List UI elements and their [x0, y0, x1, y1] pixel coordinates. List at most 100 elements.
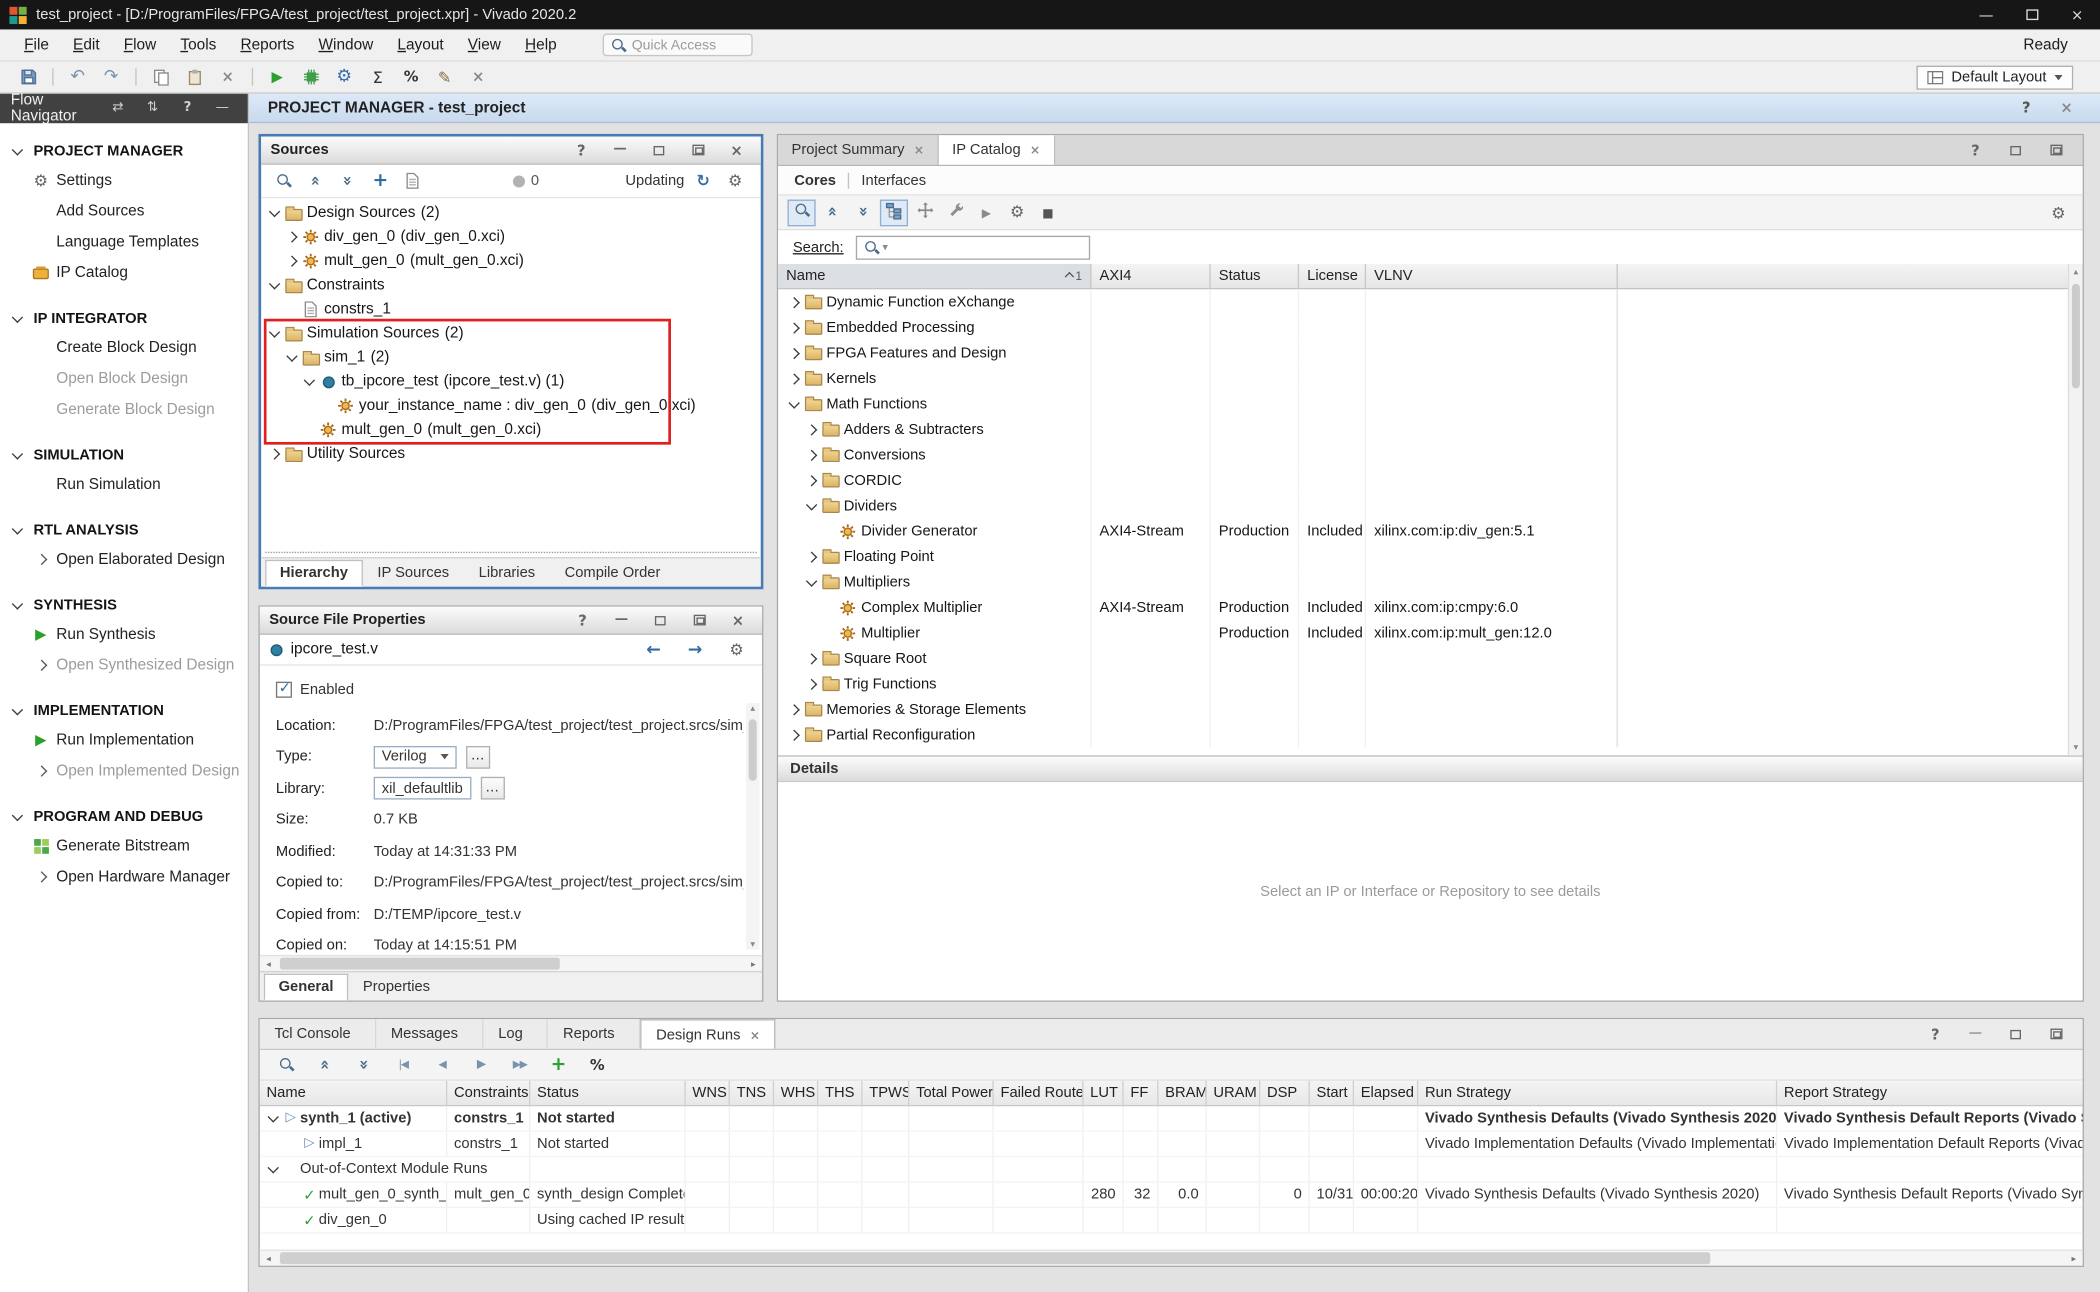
design-run-row[interactable]: ✓ div_gen_0 Using cached IP results — [260, 1208, 2083, 1233]
tree-chevron[interactable] — [786, 294, 802, 310]
design-run-row[interactable]: ▷ synth_1 (active) constrs_1 Not started… — [260, 1106, 2083, 1131]
results-tab[interactable]: Tcl Console — [260, 1019, 376, 1048]
editor-tab[interactable]: Project Summary × — [778, 135, 939, 164]
help-button[interactable]: ? — [567, 137, 596, 164]
source-tree-row[interactable]: mult_gen_0 (mult_gen_0.xci) — [261, 418, 761, 442]
flow-navigator-section-header[interactable]: SYNTHESIS — [0, 591, 248, 619]
toolbar-button[interactable]: » — [849, 199, 877, 226]
results-tab[interactable]: Messages — [376, 1019, 483, 1048]
gear-button[interactable]: ⚙ — [722, 636, 751, 663]
back-button[interactable]: ◀ — [427, 1051, 456, 1078]
minimize-button[interactable]: — — [605, 137, 634, 164]
column-header[interactable]: Elapsed — [1354, 1081, 1418, 1105]
window-close-button[interactable]: × — [2054, 0, 2100, 29]
flow-navigator-item[interactable]: ⚙ Settings — [0, 165, 248, 196]
ip-catalog-row[interactable]: Adders & Subtracters — [778, 417, 2082, 442]
column-header[interactable]: Run Strategy — [1418, 1081, 1777, 1105]
help-button[interactable]: ? — [1921, 1021, 1950, 1048]
menu-item[interactable]: Flow — [113, 33, 167, 57]
close-button[interactable]: × — [463, 64, 492, 91]
delete-button[interactable]: × — [213, 64, 242, 91]
maximize-button[interactable] — [2041, 1021, 2070, 1048]
run-button[interactable]: ▶ — [263, 64, 292, 91]
panel-tab[interactable]: Compile Order — [550, 560, 675, 587]
updown-button[interactable]: ⇅ — [138, 95, 167, 122]
view-tab[interactable]: Cores — [794, 172, 848, 188]
window-maximize-button[interactable] — [2009, 0, 2055, 29]
property-value[interactable]: Verilog — [374, 746, 457, 769]
step-back-button[interactable]: |◀ — [388, 1051, 417, 1078]
nav-fwd-button[interactable]: → — [680, 636, 709, 663]
tree-chevron[interactable] — [804, 650, 820, 666]
play-gray-button[interactable]: ▶ — [466, 1051, 495, 1078]
column-header[interactable]: BRAM — [1158, 1081, 1206, 1105]
tree-chevron[interactable] — [284, 350, 300, 366]
float-button[interactable] — [2001, 1021, 2030, 1048]
collapse-button[interactable]: « — [311, 1051, 340, 1078]
source-tree-row[interactable]: constrs_1 — [261, 297, 761, 321]
flow-navigator-item[interactable]: Create Block Design — [0, 332, 248, 363]
column-header-axi4[interactable]: AXI4 — [1092, 264, 1211, 288]
column-header[interactable]: Name — [260, 1081, 448, 1105]
scrollbar-thumb[interactable] — [280, 1252, 1710, 1264]
view-tab[interactable]: Interfaces — [848, 172, 938, 188]
column-header[interactable]: Report Strategy — [1777, 1081, 2082, 1105]
toolbar-button[interactable] — [880, 199, 908, 226]
tree-chevron[interactable] — [786, 345, 802, 361]
source-tree-row[interactable]: tb_ipcore_test (ipcore_test.v) (1) — [261, 370, 761, 394]
close-tab-button[interactable]: × — [914, 142, 924, 158]
ip-catalog-row[interactable]: CORDIC — [778, 467, 2082, 492]
column-header[interactable]: DSP — [1260, 1081, 1310, 1105]
close-tab-button[interactable]: × — [1030, 142, 1040, 158]
ip-catalog-row[interactable]: Dividers — [778, 493, 2082, 518]
close-button[interactable]: × — [722, 137, 751, 164]
spinner-button[interactable]: ↻ — [688, 167, 717, 194]
column-header[interactable]: Failed Routes — [994, 1081, 1084, 1105]
scroll-up-icon[interactable]: ▴ — [2074, 267, 2079, 278]
column-header[interactable]: TNS — [730, 1081, 774, 1105]
search-button[interactable] — [272, 1051, 301, 1078]
tree-chevron[interactable] — [284, 253, 300, 269]
menu-item[interactable]: View — [457, 33, 512, 57]
ip-catalog-row[interactable]: Dynamic Function eXchange — [778, 289, 2082, 314]
panel-tab[interactable]: IP Sources — [363, 560, 464, 587]
sigma-button[interactable]: Σ — [363, 64, 392, 91]
scroll-right-icon[interactable]: ▸ — [745, 956, 762, 972]
toolbar-button[interactable] — [788, 199, 816, 226]
source-tree-row[interactable]: div_gen_0 (div_gen_0.xci) — [261, 225, 761, 249]
ip-catalog-row[interactable]: Memories & Storage Elements — [778, 696, 2082, 721]
menu-item[interactable]: Layout — [387, 33, 455, 57]
tree-chevron[interactable] — [804, 548, 820, 564]
menu-item[interactable]: Help — [514, 33, 567, 57]
ip-catalog-row[interactable]: Divider Generator AXI4-Stream Production… — [778, 518, 2082, 543]
flow-navigator-item[interactable]: Generate Block Design — [0, 394, 248, 425]
tree-chevron[interactable] — [821, 523, 837, 539]
horizontal-scrollbar[interactable]: ◂ ▸ — [260, 955, 762, 971]
results-tab[interactable]: Design Runs × — [640, 1019, 776, 1048]
property-value[interactable]: D:/ProgramFiles/FPGA/test_project/test_p… — [374, 714, 744, 737]
tree-chevron[interactable] — [804, 421, 820, 437]
sfp-panel-header[interactable]: Source File Properties ? — × — [260, 607, 762, 635]
flow-navigator-section-header[interactable]: RTL ANALYSIS — [0, 516, 248, 544]
browse-button[interactable]: … — [456, 746, 489, 769]
tree-chevron[interactable] — [786, 319, 802, 335]
plus-green-button[interactable]: + — [544, 1051, 573, 1078]
property-value[interactable]: Today at 14:31:33 PM — [374, 840, 744, 863]
tree-chevron[interactable] — [267, 205, 283, 221]
scroll-down-icon[interactable]: ▾ — [750, 939, 755, 950]
tree-chevron[interactable] — [786, 701, 802, 717]
flow-navigator-section-header[interactable]: PROGRAM AND DEBUG — [0, 802, 248, 830]
scroll-left-icon[interactable]: ◂ — [260, 1250, 277, 1266]
scroll-down-icon[interactable]: ▾ — [2074, 742, 2079, 753]
source-tree-row[interactable]: sim_1 (2) — [261, 346, 761, 370]
column-header[interactable]: TPWS — [863, 1081, 910, 1105]
menu-item[interactable]: File — [13, 33, 59, 57]
gear-button[interactable]: ⚙ — [721, 167, 750, 194]
horizontal-scrollbar[interactable]: ◂ ▸ — [260, 1250, 2083, 1266]
edit-button[interactable]: ✎ — [430, 64, 459, 91]
settings-button[interactable]: ⚙ — [329, 64, 358, 91]
panel-tab[interactable]: General — [264, 974, 348, 1001]
tree-chevron[interactable] — [267, 446, 283, 462]
message-filter-button[interactable]: 0 — [513, 173, 539, 189]
property-value[interactable]: xil_defaultlib — [374, 777, 471, 800]
